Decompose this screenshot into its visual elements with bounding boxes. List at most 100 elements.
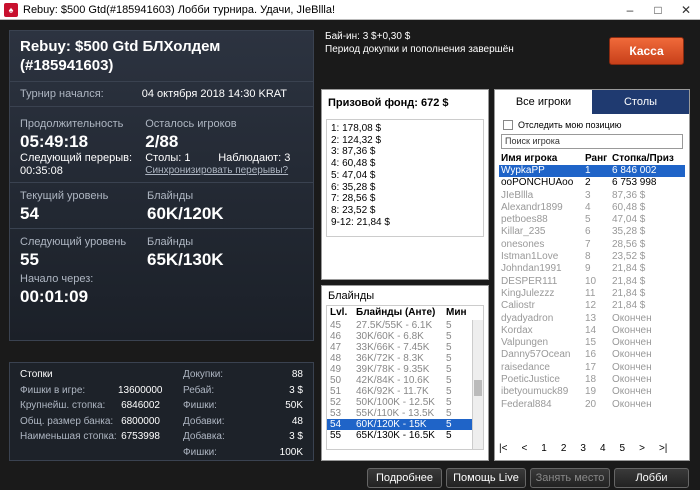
pager-item[interactable]: |< [499,443,507,454]
pager-item[interactable]: 1 [541,443,547,454]
pager-item[interactable]: >| [659,443,667,454]
prize-place: 8: 23,52 $ [331,204,376,216]
pager-item[interactable]: 4 [600,443,606,454]
player-row[interactable]: Valpungen 15 Окончен [499,337,685,349]
scroll-thumb[interactable] [474,380,482,396]
current-level-block: Текущий уровень 54 Блайнды 60K/120K [10,185,313,226]
track-position[interactable]: Отследить мою позицию [495,114,689,134]
blinds-row[interactable]: 50 42K/84K - 10.6K 5 [327,375,483,386]
details-button[interactable]: Подробнее [367,468,442,488]
prize-pool-panel: Призовой фонд: 672 $ 1: 178,08 $2: 124,3… [321,89,489,280]
blinds-row[interactable]: 53 55K/110K - 13.5K 5 [327,408,483,419]
blinds-row[interactable]: 55 65K/130K - 16.5K 5 [327,430,483,441]
player-stack: 60,48 $ [612,201,646,213]
player-name: Alexandr1899 [501,201,563,213]
player-row[interactable]: Danny57Ocean 16 Окончен [499,349,685,361]
player-row[interactable]: onesones 7 28,56 $ [499,239,685,251]
pager-item[interactable]: 5 [620,443,626,454]
stack-stat-label: Общ. размер банка: [20,415,114,427]
player-row[interactable]: raisedance 17 Окончен [499,362,685,374]
player-row[interactable]: ibetyoumuck89 19 Окончен [499,386,685,398]
player-row[interactable]: Federal884 20 Окончен [499,399,685,411]
blinds-row[interactable]: 46 30K/60K - 6.8K 5 [327,331,483,342]
player-row[interactable]: JIeBllla 3 87,36 $ [499,190,685,202]
blinds-scrollbar[interactable] [472,320,483,449]
blinds-row[interactable]: 52 50K/100K - 12.5K 5 [327,397,483,408]
help-live-button[interactable]: Помощь Live [446,468,526,488]
tab-tables[interactable]: Столы [592,90,689,114]
blinds-panel: Блайнды Lvl. Блайнды (Анте) Мин 45 27.5K/… [321,285,489,461]
player-row[interactable]: Alexandr1899 4 60,48 $ [499,202,685,214]
player-name: Valpungen [501,337,549,349]
player-row[interactable]: PoeticJustice 18 Окончен [499,374,685,386]
blinds-minutes: 5 [446,331,452,342]
stack-stat-row: Крупнейш. стопка: 6846002 [20,398,160,414]
blinds-level: 50 [330,375,342,386]
minimize-button[interactable]: – [616,0,644,20]
player-row[interactable]: Johndan1991 9 21,84 $ [499,263,685,275]
next-level-label: Следующий уровень [20,236,127,248]
pager-item[interactable]: 3 [580,443,586,454]
pager: |< <1 2 3 4 5 > >| [499,440,685,456]
rebuy-stat-value: 3 $ [289,384,303,396]
blinds-value: 55K/110K - 13.5K [356,408,435,419]
rebuy-stat-value: 100K [279,446,303,458]
app-logo-icon: ♠ [4,2,18,17]
blinds-row[interactable]: 47 33K/66K - 7.45K 5 [327,342,483,353]
player-search-input[interactable]: Поиск игрока [501,134,683,149]
blinds-value: 50K/100K - 12.5K [356,397,435,408]
next-break-value: 00:35:08 [20,165,63,177]
track-checkbox[interactable] [503,120,513,130]
col-player-name: Имя игрока [501,153,558,164]
blinds-value: 27.5K/55K - 6.1K [356,320,433,331]
rebuy-stat-value: 48 [291,415,303,427]
player-row[interactable]: dyadyadron 13 Окончен [499,313,685,325]
player-rank: 17 [585,361,597,373]
player-row[interactable]: Killar_235 6 35,28 $ [499,226,685,238]
blinds-row[interactable]: 51 46K/92K - 11.7K 5 [327,386,483,397]
player-row[interactable]: Kordax 14 Окончен [499,325,685,337]
tables-watch-row: Столы: 1 Наблюдают: 3 [145,152,303,165]
player-row[interactable]: Istman1Love 8 23,52 $ [499,251,685,263]
blinds-col-minutes: Мин [446,307,467,318]
blinds-row[interactable]: 45 27.5K/55K - 6.1K 5 [327,320,483,331]
blinds-rows: 45 27.5K/55K - 6.1K 5 46 30K/60K - 6.8K 5 47 33… [327,320,483,441]
blinds-row[interactable]: 48 36K/72K - 8.3K 5 [327,353,483,364]
prize-list: 1: 178,08 $2: 124,32 $3: 87,36 $4: 60,48… [326,119,484,237]
player-rank: 8 [585,251,591,263]
sync-breaks-link[interactable]: Синхронизировать перерывы? [145,165,303,176]
blinds-row[interactable]: 49 39K/78K - 9.35K 5 [327,364,483,375]
player-rank: 4 [585,201,591,213]
pager-item[interactable]: 2 [561,443,567,454]
pager-item[interactable]: > [639,443,645,454]
cashier-button[interactable]: Касса [609,37,684,65]
player-rank: 3 [585,189,591,201]
player-row[interactable]: petboes88 5 47,04 $ [499,214,685,226]
rebuy-stat-row: Добавки: 48 [183,414,303,430]
maximize-button[interactable]: □ [644,0,672,20]
blinds-value: 33K/66K - 7.45K [356,342,430,353]
lobby-button[interactable]: Лобби [614,468,689,488]
rebuy-stat-row: Ребай: 3 $ [183,383,303,399]
player-row[interactable]: DESPER111 10 21,84 $ [499,276,685,288]
player-row[interactable]: ooPONCHUAoo 2 6 753 998 [499,177,685,189]
player-rank: 5 [585,214,591,226]
blinds-minutes: 5 [446,353,452,364]
watching-count: Наблюдают: 3 [218,152,291,164]
blinds-minutes: 5 [446,320,452,331]
player-row[interactable]: Caliostr 12 21,84 $ [499,300,685,312]
blinds-row[interactable]: 54 60K/120K - 15K 5 [327,419,483,430]
stack-stat-row: Общ. размер банка: 6800000 [20,414,160,430]
prize-place: 6: 35,28 $ [331,181,376,193]
take-seat-button[interactable]: Занять место [530,468,610,488]
player-name: Killar_235 [501,226,546,238]
player-rank: 10 [585,275,597,287]
close-button[interactable]: ✕ [672,0,700,20]
pager-item[interactable]: < [521,443,527,454]
player-row[interactable]: KingJulezzz 11 21,84 $ [499,288,685,300]
stack-stat-label: Наименьшая стопка: [20,431,117,442]
tables-count: Столы: 1 [145,152,191,164]
player-row[interactable]: WypkaPP 1 6 846 002 [499,165,685,178]
tab-all-players[interactable]: Все игроки [495,90,592,114]
stacks-left: Фишки в игре: 13600000 Крупнейш. стопка: 68… [20,383,163,461]
